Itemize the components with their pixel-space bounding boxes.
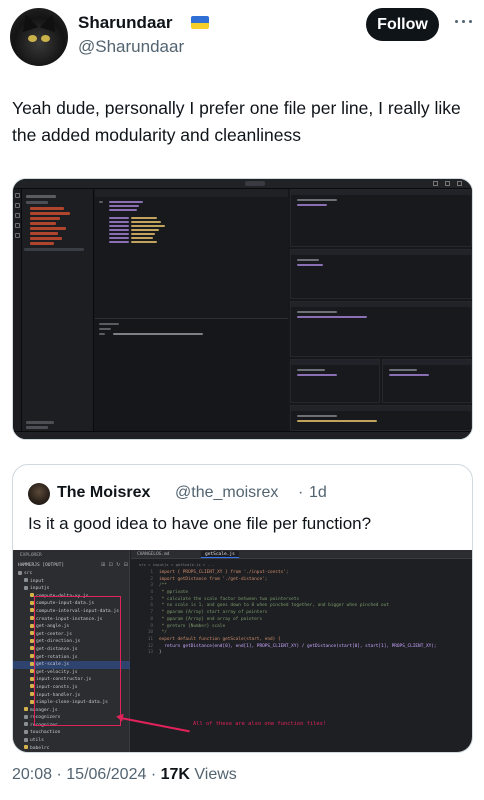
folder-icon (24, 722, 28, 727)
ide-split-pane (290, 405, 472, 431)
views-count: 17K (160, 766, 190, 783)
quoted-tweet-text: Is it a good idea to have one file per f… (28, 514, 372, 533)
code-line: * @private (159, 590, 189, 596)
tweet-media-ide-screenshot[interactable] (12, 178, 473, 440)
tree-item-label: babelrc (30, 745, 50, 751)
editor-tab-bar: CHANGELOG.md getScale.js (131, 550, 472, 559)
tree-folder[interactable]: input (13, 578, 130, 586)
tab-getscale[interactable]: getScale.js (201, 551, 239, 558)
code-line: } (159, 650, 162, 656)
line-number: 1 (150, 570, 153, 575)
tweet-text: Yeah dude, personally I prefer one file … (12, 98, 461, 145)
code-line: import { PROPS_CLIENT_XY } from './input… (159, 570, 289, 575)
code-line: export default function getScale(start, … (159, 636, 281, 642)
tree-folder[interactable]: touchaction (13, 729, 130, 737)
tree-item-label: src (24, 571, 33, 576)
tree-item-label: inputjs (30, 586, 50, 592)
breadcrumb: src > inputjs > getScale.js > ... (139, 562, 215, 567)
line-number: 11 (147, 636, 153, 642)
annotation-arrow-head (115, 712, 124, 722)
folder-icon (24, 714, 28, 719)
tree-item-label: utils (30, 738, 44, 744)
cat-ear (39, 11, 61, 33)
annotation-note: All of these are also one function files… (193, 721, 327, 727)
code-line: /** (159, 583, 167, 589)
ide-terminal (95, 318, 288, 433)
ukraine-flag-icon (191, 16, 209, 29)
js-file-icon (24, 707, 28, 712)
line-number: 10 (147, 630, 153, 636)
line-number: 13 (147, 650, 153, 656)
separator-dot: · (298, 484, 304, 501)
ide-split-pane (290, 249, 472, 299)
code-line: return getDistance(end[0], end[1], PROPS… (159, 643, 437, 649)
ide-editor (95, 189, 288, 317)
quoted-author-display-name: The Moisrex (57, 484, 151, 501)
quoted-author-handle: @the_moisrex (175, 484, 279, 501)
annotation-arrow (120, 717, 190, 732)
code-line: import getDistance from './get-distance'… (159, 576, 268, 582)
folder-icon (24, 578, 28, 583)
folder-icon (24, 737, 28, 742)
tree-file[interactable]: babelrc (13, 745, 130, 752)
explorer-toolbar-icons: ⊞ ⊡ ↻ ⊟ (101, 562, 129, 568)
ide-split-pane (290, 301, 472, 357)
folder-icon (24, 585, 28, 590)
ide-split-pane (290, 189, 472, 247)
quoted-media-ide-screenshot[interactable]: EXPLORER HAMMERJS [OUTPUT] ⊞ ⊡ ↻ ⊟ src in… (13, 550, 472, 752)
tab-changelog[interactable]: CHANGELOG.md (133, 551, 174, 558)
quoted-author-avatar[interactable] (28, 483, 50, 505)
quoted-tweet[interactable]: The Moisrex @the_moisrex · 1d Is it a go… (12, 464, 473, 753)
tree-folder[interactable]: src (13, 570, 130, 578)
project-name: HAMMERJS [OUTPUT] (18, 563, 65, 568)
quoted-tweet-age: 1d (309, 484, 327, 501)
ide-titlebar (13, 179, 472, 189)
line-number: 8 (150, 616, 153, 622)
cat-eye (28, 35, 37, 42)
ide-activity-bar (13, 189, 22, 431)
ide-statusbar (13, 431, 472, 439)
code-line: * @param {Array} start array of pointers (159, 610, 268, 616)
tweet-metadata: 20:08 · 15/06/2024 · 17K Views (12, 766, 237, 784)
folder-icon (18, 570, 22, 575)
folder-icon (24, 729, 28, 734)
separator-dot: · (150, 766, 157, 783)
separator-dot: · (56, 766, 62, 783)
ide-split-pane (382, 359, 472, 403)
views-label: Views (194, 766, 237, 783)
ide-project-sidebar: EXPLORER HAMMERJS [OUTPUT] ⊞ ⊡ ↻ ⊟ src in… (13, 550, 130, 752)
explorer-header: EXPLORER (20, 553, 42, 558)
cat-eye (41, 35, 50, 42)
tree-folder[interactable]: utils (13, 737, 130, 745)
line-number-gutter: 1 2 3 4 5 6 7 8 9 10 11 12 13 (143, 570, 153, 657)
code-line: */ (159, 630, 167, 636)
code-line: * @param {Array} end array of pointers (159, 616, 263, 622)
tree-item-label: touchaction (30, 730, 61, 736)
author-avatar[interactable] (10, 8, 68, 66)
author-display-name[interactable]: Sharundaar (78, 13, 172, 33)
tree-folder[interactable]: inputjs (13, 585, 130, 593)
line-number: 4 (150, 590, 153, 596)
js-file-icon (24, 745, 28, 750)
more-options-icon[interactable] (452, 10, 476, 34)
follow-button[interactable]: Follow (366, 8, 439, 41)
tree-item-label: input (30, 578, 44, 584)
highlight-box (34, 596, 121, 726)
ide-explorer (22, 189, 94, 431)
ide-split-pane (290, 359, 380, 403)
author-handle[interactable]: @Sharundaar (78, 37, 184, 57)
tweet-time[interactable]: 20:08 (12, 766, 52, 783)
cat-ear (17, 11, 39, 33)
code-editor: import { PROPS_CLIENT_XY } from './input… (159, 570, 469, 657)
line-number: 7 (150, 610, 153, 616)
tweet-date[interactable]: 15/06/2024 (66, 766, 146, 783)
code-line: * @return {Number} scale (159, 623, 226, 629)
